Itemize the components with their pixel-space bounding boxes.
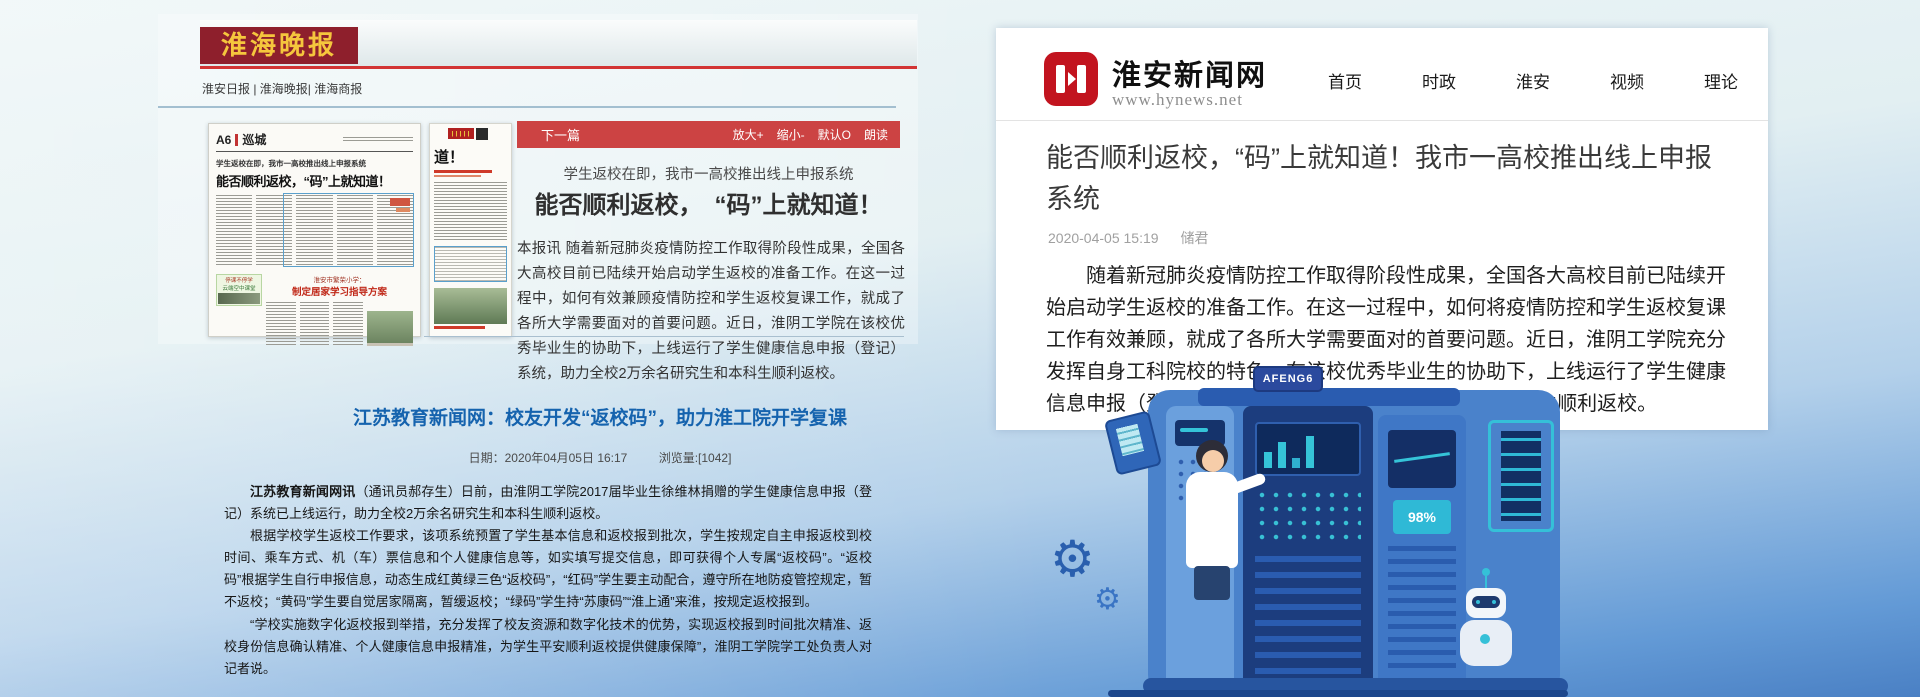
paragraph: 根据学校学生返校工作要求，该项系统预置了学生基本信息和返校报到批次，学生按规定自… <box>224 525 872 613</box>
font-smaller-button[interactable]: 缩小- <box>777 126 805 143</box>
second-article-columns <box>266 302 413 346</box>
header-separator <box>158 106 896 108</box>
font-larger-button[interactable]: 放大+ <box>733 126 764 143</box>
card-article-meta: 2020-04-05 15:19 储君 <box>1048 228 1208 248</box>
nav-item-home[interactable]: 首页 <box>1328 68 1362 93</box>
read-aloud-button[interactable]: 朗读 <box>864 126 888 143</box>
mini-highlight-box <box>434 246 507 282</box>
gear-icon: ⚙ <box>1050 530 1095 588</box>
class-suspension-badge: 停课不停学 云端空中课堂 <box>216 274 262 306</box>
mini-masthead <box>448 128 474 139</box>
nav-item-huaian[interactable]: 淮安 <box>1516 68 1550 93</box>
article-bottom-rule <box>424 336 904 337</box>
view-count: 浏览量:[1042] <box>659 451 732 465</box>
inline-image-blur <box>390 198 410 206</box>
article-photo-blur <box>367 311 413 346</box>
second-article: 停课不停学 云端空中课堂 淮安市繁荣小学： 制定居家学习指导方案 <box>216 274 413 346</box>
mini-text-blur <box>434 182 507 242</box>
related-article-link[interactable]: 江苏教育新闻网：校友开发“返校码”，助力淮工院开学复课 <box>250 403 950 430</box>
print-subtitle: 学生返校在即，我市一高校推出线上申报系统 <box>216 158 413 169</box>
card-article-date: 2020-04-05 15:19 <box>1048 230 1159 246</box>
section-rule <box>216 151 413 152</box>
tech-illustration: AFENG6 98% ⚙ ⚙ <box>1048 360 1568 697</box>
gauge-display: 98% <box>1393 500 1451 534</box>
paragraph: “学校实施数字化返校报到举措，充分发挥了校友资源和数字化技术的优势，实现返校报到… <box>224 614 872 680</box>
badge-photo-blur <box>218 293 260 304</box>
second-article-title: 制定居家学习指导方案 <box>266 284 413 298</box>
highlight-box <box>283 193 414 267</box>
site-logo-icon[interactable] <box>1044 52 1098 106</box>
site-url[interactable]: www.hynews.net <box>1112 90 1243 110</box>
page-date-blur <box>343 137 413 143</box>
card-separator <box>996 120 1768 121</box>
bottom-article-body: 江苏教育新闻网讯（通讯员郝存生）日前，由淮阴工学院2017届毕业生徐维林捐赠的学… <box>224 481 872 680</box>
article-body: 本报讯 随着新冠肺炎疫情防控工作取得阶段性成果，全国各大高校目前已陆续开始启动学… <box>517 237 905 387</box>
print-body-columns <box>216 195 413 265</box>
newspaper-section-header: A6 巡城 <box>216 131 413 148</box>
mini-headline-fragment: 道！ <box>434 146 507 167</box>
newspaper-thumbnail-strip: 道！ <box>429 123 512 337</box>
machine-label: AFENG6 <box>1253 366 1323 392</box>
paragraph: 江苏教育新闻网讯（通讯员郝存生）日前，由淮阴工学院2017届毕业生徐维林捐赠的学… <box>224 481 872 525</box>
article-headline: 能否顺利返校， “码”上就知道！ <box>517 185 900 220</box>
page-canvas: 淮海晚报 淮安日报 | 淮海晚报| 淮海商报 A6 巡城 学生返校在即，我市一高… <box>0 0 1920 697</box>
masthead-links[interactable]: 淮安日报 | 淮海晚报| 淮海商报 <box>202 80 362 97</box>
gear-icon: ⚙ <box>1094 582 1121 617</box>
article-toolbar: 下一篇 放大+ 缩小- 默认O 朗读 <box>517 121 900 148</box>
nav-item-theory[interactable]: 理论 <box>1704 68 1738 93</box>
newspaper-page-image: A6 巡城 学生返校在即，我市一高校推出线上申报系统 能否顺利返校，“码”上就知… <box>208 123 421 337</box>
card-article-title: 能否顺利返校，“码”上就知道！我市一高校推出线上申报系统 <box>1046 138 1724 219</box>
site-nav: 首页 时政 淮安 视频 理论 <box>1328 68 1738 93</box>
section-divider <box>235 134 238 146</box>
section-number: A6 <box>216 133 231 147</box>
indicator-lights <box>1255 488 1361 546</box>
next-article-button[interactable]: 下一篇 <box>541 125 580 144</box>
side-monitor <box>1488 420 1554 532</box>
masthead-underline <box>200 66 917 69</box>
machine-top-bar <box>1198 388 1460 406</box>
site-name[interactable]: 淮安新闻网 <box>1112 52 1267 94</box>
second-article-school: 淮安市繁荣小学： <box>266 274 413 284</box>
article-meta: 日期：2020年04月05日 16:17 浏览量:[1042] <box>250 449 950 466</box>
robot-character <box>1482 568 1490 576</box>
qr-code-blur <box>476 128 488 140</box>
nav-item-video[interactable]: 视频 <box>1610 68 1644 93</box>
article-subtitle: 学生返校在即，我市一高校推出线上申报系统 <box>517 163 900 184</box>
section-name: 巡城 <box>242 131 266 148</box>
article-date: 日期：2020年04月05日 16:17 <box>469 451 628 465</box>
card-article-author: 储君 <box>1180 230 1208 246</box>
nav-item-politics[interactable]: 时政 <box>1422 68 1456 93</box>
font-default-button[interactable]: 默认O <box>818 126 851 143</box>
masthead-logo: 淮海晚报 <box>200 27 358 64</box>
print-headline: 能否顺利返校，“码”上就知道！ <box>216 171 413 190</box>
mini-photo-blur <box>434 288 507 324</box>
